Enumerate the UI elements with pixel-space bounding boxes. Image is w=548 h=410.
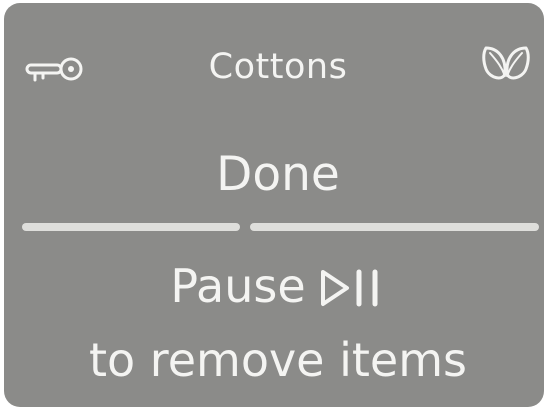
pause-instruction: Pause <box>4 257 548 315</box>
eco-leaf-icon <box>482 46 530 80</box>
pause-label: Pause <box>170 259 306 313</box>
remove-items-instruction: to remove items <box>89 333 467 387</box>
play-pause-icon <box>320 269 378 307</box>
cycle-status: Done <box>216 147 340 202</box>
program-label: Cottons <box>208 47 348 87</box>
progress-segment-second <box>250 223 539 231</box>
progress-segment-first <box>22 223 240 231</box>
washer-display: Cottons Done Pause to remove items <box>4 3 544 407</box>
